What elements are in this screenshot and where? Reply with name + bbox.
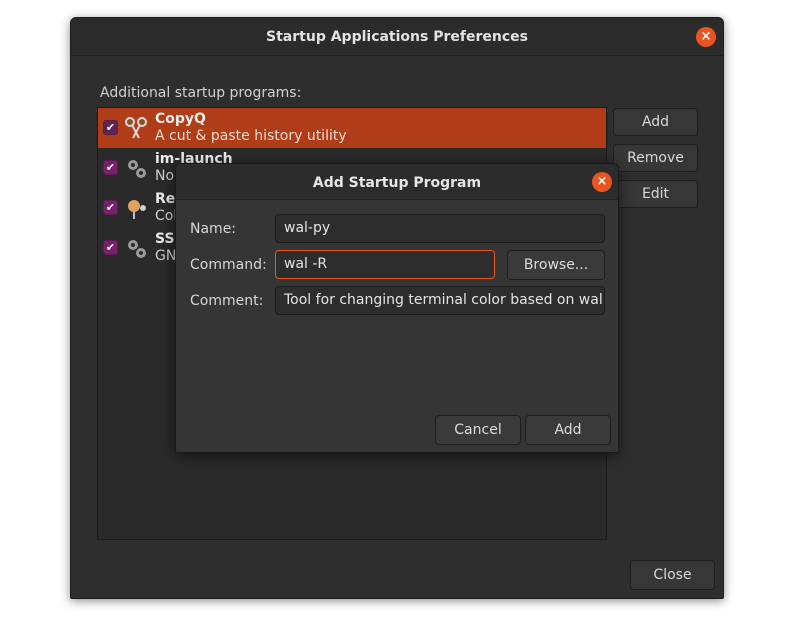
gears-icon xyxy=(128,160,146,178)
cancel-button[interactable]: Cancel xyxy=(435,415,521,445)
program-name: CopyQ xyxy=(155,111,206,127)
window-title: Startup Applications Preferences xyxy=(266,29,528,45)
edit-button[interactable]: Edit xyxy=(613,180,698,208)
window-titlebar[interactable]: Startup Applications Preferences × xyxy=(71,18,723,56)
enabled-checkbox[interactable]: ✔ xyxy=(103,240,118,255)
program-description: GN xyxy=(155,248,177,264)
comment-field[interactable]: Tool for changing terminal color based o… xyxy=(275,286,605,315)
dialog-close-icon[interactable]: × xyxy=(592,172,612,192)
remove-button[interactable]: Remove xyxy=(613,144,698,172)
program-description: No xyxy=(155,168,175,184)
comment-label: Comment: xyxy=(190,293,264,309)
program-description: Col xyxy=(155,208,178,224)
name-field[interactable]: wal-py xyxy=(275,214,605,243)
program-description: A cut & paste history utility xyxy=(155,128,347,144)
command-field[interactable]: wal -R xyxy=(275,250,495,279)
command-label: Command: xyxy=(190,257,267,273)
list-item[interactable]: ✔ CopyQ A cut & paste history utility xyxy=(98,108,606,148)
name-label: Name: xyxy=(190,221,237,237)
enabled-checkbox[interactable]: ✔ xyxy=(103,160,118,175)
dialog-titlebar[interactable]: Add Startup Program × xyxy=(176,164,618,200)
gears-icon xyxy=(128,240,146,258)
add-button[interactable]: Add xyxy=(613,108,698,136)
browse-button[interactable]: Browse... xyxy=(507,250,605,280)
dialog-title: Add Startup Program xyxy=(312,175,482,191)
program-name: Re xyxy=(155,191,176,207)
scissors-icon xyxy=(125,117,147,139)
programs-section-label: Additional startup programs: xyxy=(100,85,302,101)
close-button[interactable]: Close xyxy=(630,560,715,590)
window-close-icon[interactable]: × xyxy=(696,27,716,47)
add-startup-program-dialog: Add Startup Program × Name: wal-py Comma… xyxy=(175,163,619,453)
redshift-icon xyxy=(128,200,146,219)
enabled-checkbox[interactable]: ✔ xyxy=(103,200,118,215)
enabled-checkbox[interactable]: ✔ xyxy=(103,120,118,135)
dialog-add-button[interactable]: Add xyxy=(525,415,611,445)
